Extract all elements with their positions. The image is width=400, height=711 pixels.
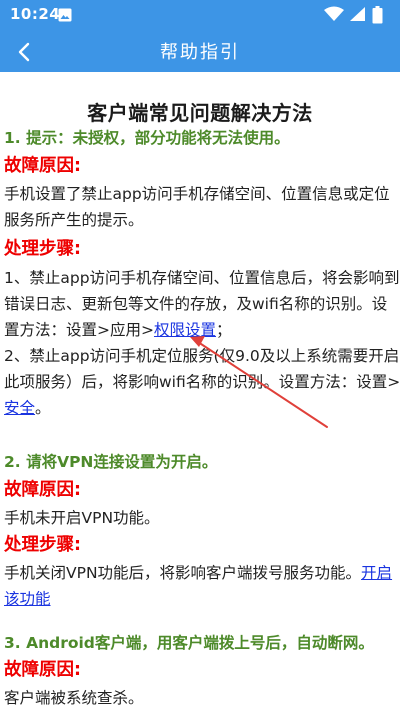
signal-icon (350, 7, 365, 21)
section-2-cause-line: 手机未开启VPN功能。 (4, 509, 160, 527)
section-1-step-line: 1、禁止app访问手机存储空间、位置信息后，将会影响到 (4, 269, 400, 287)
help-content[interactable]: 客户端常见问题解决方法 1. 提示：未授权，部分功能将无法使用。 故障原因: 手… (0, 72, 400, 711)
app-title: 帮助指引 (160, 42, 240, 63)
section-1-title: 1. 提示：未授权，部分功能将无法使用。 (4, 129, 290, 147)
section-1-step-line: 2、禁止app访问手机定位服务(仅9.0及以上系统需要开启 (4, 347, 400, 365)
enable-vpn-link[interactable]: 开启 (361, 564, 392, 582)
step-text: ； (216, 321, 232, 339)
app-bar: 帮助指引 (0, 30, 400, 72)
gallery-icon (58, 7, 72, 26)
page-title: 客户端常见问题解决方法 (87, 101, 313, 125)
enable-vpn-link-cont[interactable]: 该功能 (4, 590, 51, 608)
status-bar: 10:24 (0, 0, 400, 30)
wifi-icon (324, 6, 344, 21)
section-2-title: 2. 请将VPN连接设置为开启。 (4, 453, 218, 471)
section-3-title: 3. Android客户端，用客户端拨上号后，自动断网。 (4, 634, 374, 652)
battery-icon (372, 6, 383, 24)
section-1-steps-heading: 处理步骤: (4, 239, 81, 259)
section-2-step-line: 手机关闭VPN功能后，将影响客户端拨号服务功能。开启 (4, 561, 392, 583)
section-2-cause-heading: 故障原因: (4, 480, 81, 500)
section-3-cause-line: 客户端被系统查杀。 (4, 689, 144, 707)
section-1-step-line: 此项服务）后，将影响wifi名称的识别。设置方法：设置> (4, 373, 400, 391)
step-text: 置方法：设置>应用> (4, 321, 154, 339)
section-1-cause-line: 手机设置了禁止app访问手机存储空间、位置信息或定位 (4, 185, 390, 203)
section-1-step-line: 错误日志、更新包等文件的存放，及wifi名称的识别。设 (4, 295, 388, 313)
section-1-step-line: 置方法：设置>应用>权限设置； (4, 318, 232, 340)
section-2-steps-heading: 处理步骤: (4, 535, 81, 555)
section-2-step-line: 该功能 (4, 587, 51, 609)
status-time: 10:24 (10, 5, 61, 23)
section-1-cause-line: 服务所产生的提示。 (4, 211, 144, 229)
security-link[interactable]: 安全 (4, 399, 35, 417)
step-text: 手机关闭VPN功能后，将影响客户端拨号服务功能。 (4, 564, 362, 582)
permission-settings-link[interactable]: 权限设置 (154, 321, 216, 339)
step-text: 。 (35, 399, 51, 417)
section-1-cause-heading: 故障原因: (4, 156, 81, 176)
section-1-step-line: 安全。 (4, 396, 51, 418)
section-3-cause-heading: 故障原因: (4, 660, 81, 680)
